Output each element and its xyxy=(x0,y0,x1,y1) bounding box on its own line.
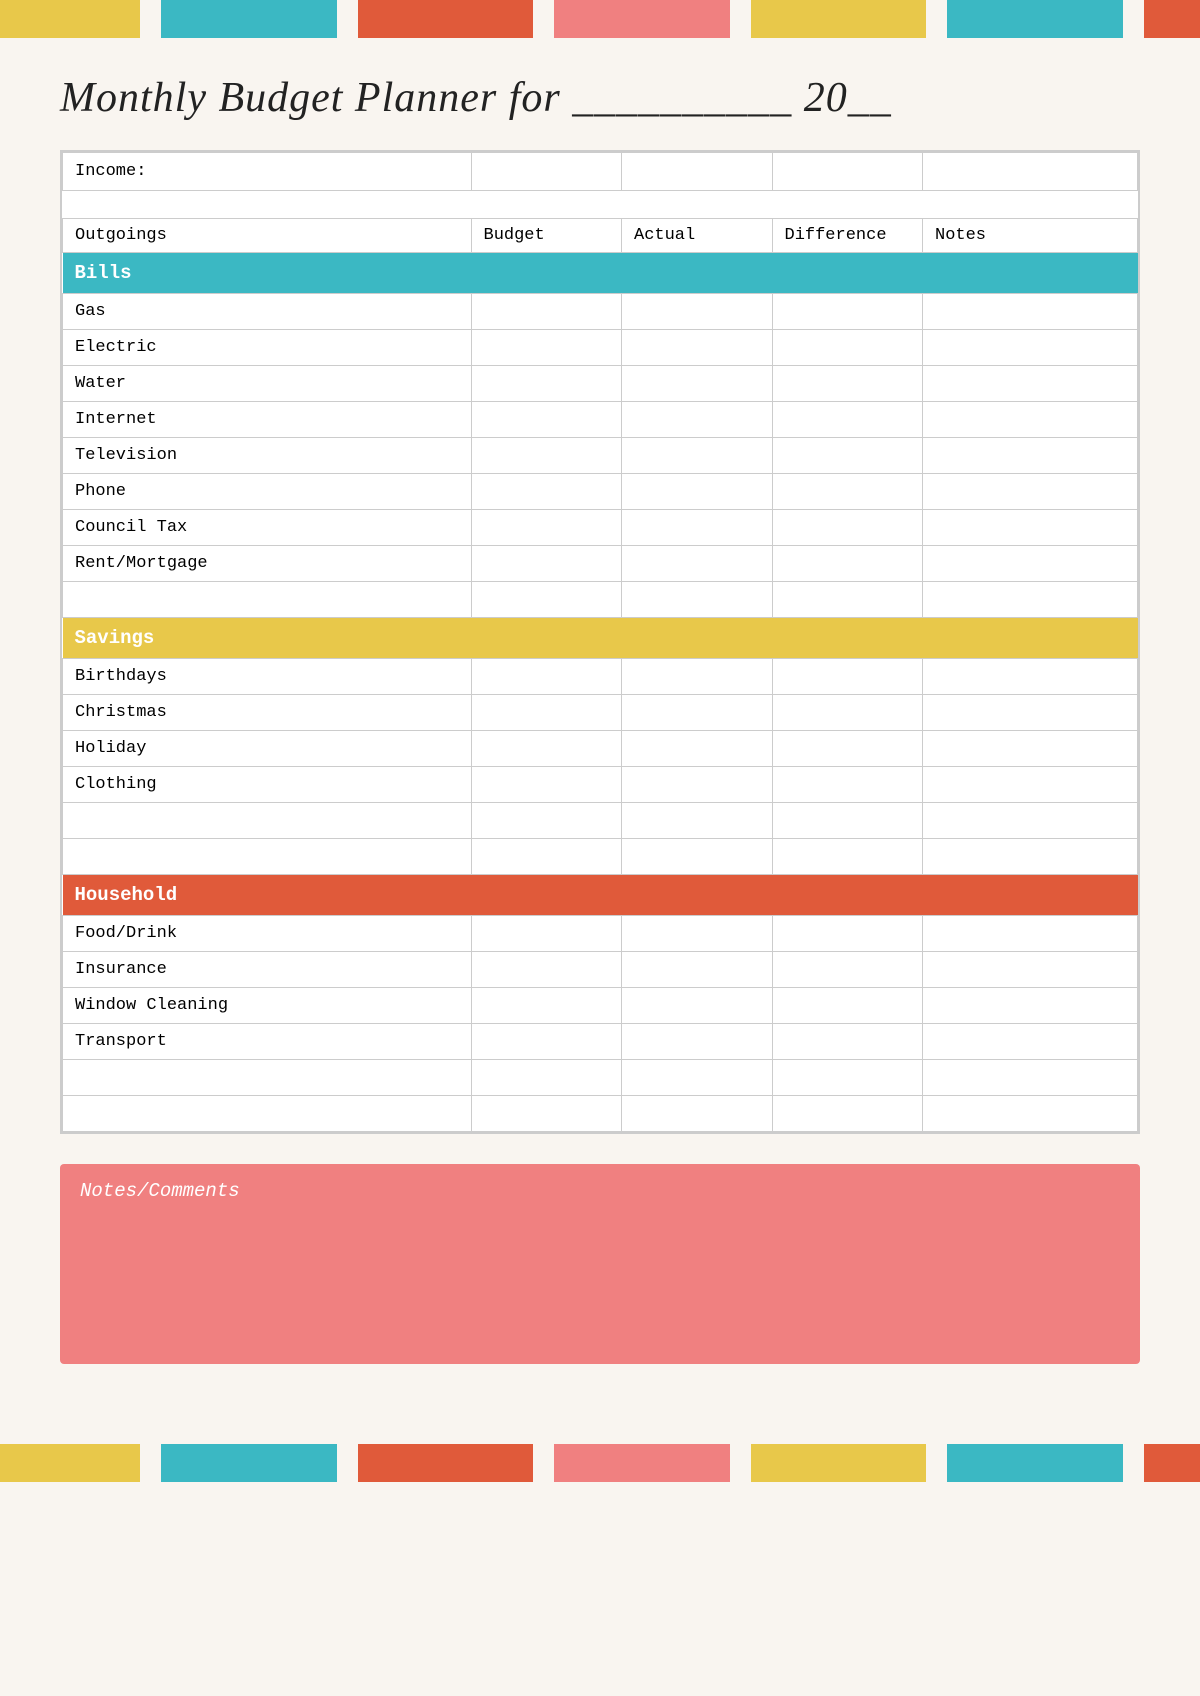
column-headers-row: Outgoings Budget Actual Difference Notes xyxy=(63,219,1138,253)
water-label: Water xyxy=(63,366,472,402)
col-budget-header: Budget xyxy=(471,219,622,253)
income-diff-cell xyxy=(772,153,923,191)
table-row: Phone xyxy=(63,474,1138,510)
window-cleaning-label: Window Cleaning xyxy=(63,988,472,1024)
television-label: Television xyxy=(63,438,472,474)
col-outgoings-header: Outgoings xyxy=(63,219,472,253)
spacer-row-1 xyxy=(63,191,1138,219)
table-row: Birthdays xyxy=(63,659,1138,695)
phone-label: Phone xyxy=(63,474,472,510)
budget-planner-table-container: Income: Outgoings Budget Actual Differen… xyxy=(60,150,1140,1134)
bar-gap-6 xyxy=(1123,0,1144,38)
bot-bar-red-2 xyxy=(1144,1444,1200,1482)
bar-yellow-2 xyxy=(751,0,926,38)
bar-red-1 xyxy=(358,0,533,38)
table-row: Window Cleaning xyxy=(63,988,1138,1024)
spacer-row-3 xyxy=(63,803,1138,839)
table-row: Gas xyxy=(63,294,1138,330)
bot-bar-gap-6 xyxy=(1123,1444,1144,1482)
bottom-decorative-bar xyxy=(0,1444,1200,1482)
bar-gap-2 xyxy=(337,0,358,38)
bar-red-2 xyxy=(1144,0,1200,38)
bot-bar-teal-2 xyxy=(947,1444,1122,1482)
clothing-label: Clothing xyxy=(63,767,472,803)
budget-table: Income: Outgoings Budget Actual Differen… xyxy=(62,152,1138,1132)
bot-bar-gap-1 xyxy=(140,1444,161,1482)
bills-label: Bills xyxy=(63,253,1138,294)
income-row: Income: xyxy=(63,153,1138,191)
bar-gap-1 xyxy=(140,0,161,38)
bar-teal-2 xyxy=(947,0,1122,38)
bot-bar-gap-3 xyxy=(533,1444,554,1482)
income-budget-cell xyxy=(471,153,622,191)
bar-gap-4 xyxy=(730,0,751,38)
table-row: Insurance xyxy=(63,952,1138,988)
spacer-row-4 xyxy=(63,839,1138,875)
table-row: Clothing xyxy=(63,767,1138,803)
insurance-label: Insurance xyxy=(63,952,472,988)
table-row: Holiday xyxy=(63,731,1138,767)
col-notes-header: Notes xyxy=(923,219,1138,253)
savings-section-header: Savings xyxy=(63,618,1138,659)
council-tax-label: Council Tax xyxy=(63,510,472,546)
notes-label: Notes/Comments xyxy=(80,1180,1120,1202)
page-title: Monthly Budget Planner for __________ 20… xyxy=(60,74,1140,122)
transport-label: Transport xyxy=(63,1024,472,1060)
title-area: Monthly Budget Planner for __________ 20… xyxy=(0,38,1200,150)
bar-gap-3 xyxy=(533,0,554,38)
bottom-spacer xyxy=(0,1364,1200,1404)
notes-comments-section: Notes/Comments xyxy=(60,1164,1140,1364)
rent-mortgage-label: Rent/Mortgage xyxy=(63,546,472,582)
top-decorative-bar xyxy=(0,0,1200,38)
bills-section-header: Bills xyxy=(63,253,1138,294)
electric-label: Electric xyxy=(63,330,472,366)
table-row: Christmas xyxy=(63,695,1138,731)
bot-bar-pink-1 xyxy=(554,1444,729,1482)
birthdays-label: Birthdays xyxy=(63,659,472,695)
bot-bar-yellow-2 xyxy=(751,1444,926,1482)
bar-teal-1 xyxy=(161,0,336,38)
christmas-label: Christmas xyxy=(63,695,472,731)
bar-pink-1 xyxy=(554,0,729,38)
income-actual-cell xyxy=(622,153,773,191)
household-label: Household xyxy=(63,875,1138,916)
income-label: Income: xyxy=(63,153,472,191)
bar-gap-5 xyxy=(926,0,947,38)
bot-bar-teal-1 xyxy=(161,1444,336,1482)
col-actual-header: Actual xyxy=(622,219,773,253)
holiday-label: Holiday xyxy=(63,731,472,767)
bot-bar-gap-5 xyxy=(926,1444,947,1482)
gas-label: Gas xyxy=(63,294,472,330)
bar-yellow-1 xyxy=(0,0,140,38)
internet-label: Internet xyxy=(63,402,472,438)
food-drink-label: Food/Drink xyxy=(63,916,472,952)
table-row: Television xyxy=(63,438,1138,474)
spacer-row-6 xyxy=(63,1096,1138,1132)
savings-label: Savings xyxy=(63,618,1138,659)
bot-bar-gap-2 xyxy=(337,1444,358,1482)
income-notes-cell xyxy=(923,153,1138,191)
bot-bar-red-1 xyxy=(358,1444,533,1482)
table-row: Council Tax xyxy=(63,510,1138,546)
table-row: Transport xyxy=(63,1024,1138,1060)
table-row: Food/Drink xyxy=(63,916,1138,952)
table-row: Rent/Mortgage xyxy=(63,546,1138,582)
table-row: Electric xyxy=(63,330,1138,366)
spacer-row-2 xyxy=(63,582,1138,618)
spacer-row-5 xyxy=(63,1060,1138,1096)
col-difference-header: Difference xyxy=(772,219,923,253)
table-row: Internet xyxy=(63,402,1138,438)
bot-bar-yellow-1 xyxy=(0,1444,140,1482)
bot-bar-gap-4 xyxy=(730,1444,751,1482)
household-section-header: Household xyxy=(63,875,1138,916)
table-row: Water xyxy=(63,366,1138,402)
